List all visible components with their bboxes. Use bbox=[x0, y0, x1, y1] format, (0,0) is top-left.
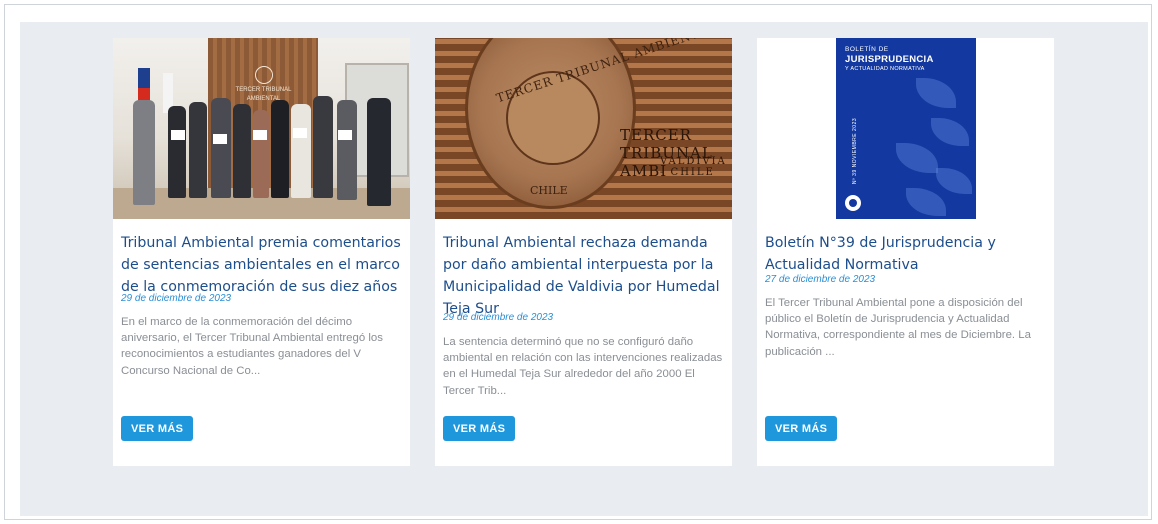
news-date: 29 de diciembre de 2023 bbox=[121, 293, 232, 304]
court-emblem-icon bbox=[845, 195, 861, 211]
person bbox=[271, 100, 289, 198]
news-image-bulletin-cover[interactable]: BOLETÍN DE JURISPRUDENCIA Y ACTUALIDAD N… bbox=[757, 38, 1054, 219]
diploma bbox=[213, 134, 227, 144]
news-image-court-seal[interactable]: TERCER TRIBUNAL AMBIENTAL CHILE TERCER T… bbox=[435, 38, 732, 219]
cover-line-3: Y ACTUALIDAD NORMATIVA bbox=[845, 66, 925, 72]
news-excerpt: En el marco de la conmemoración del déci… bbox=[121, 316, 383, 377]
page-frame: TERCER TRIBUNAL AMBIENTAL Tribunal Ambie… bbox=[4, 4, 1152, 520]
news-card-1: TERCER TRIBUNAL AMBIENTAL Tribunal Ambie… bbox=[113, 38, 410, 466]
news-title[interactable]: Tribunal Ambiental premia comentarios de… bbox=[121, 232, 401, 298]
person bbox=[211, 98, 231, 198]
news-excerpt: El Tercer Tribunal Ambiental pone a disp… bbox=[765, 297, 1031, 358]
person bbox=[233, 104, 251, 198]
cover-line-2: JURISPRUDENCIA bbox=[845, 54, 934, 65]
diploma bbox=[338, 130, 352, 140]
read-more-button[interactable]: VER MÁS bbox=[765, 416, 838, 441]
leaf-shape bbox=[916, 78, 956, 108]
wall-sign: TERCER TRIBUNAL AMBIENTAL bbox=[221, 66, 306, 102]
leaf-shape bbox=[936, 168, 972, 194]
person bbox=[313, 96, 333, 198]
court-emblem-icon bbox=[254, 66, 273, 84]
seal-bottom-text: CHILE bbox=[530, 184, 568, 197]
person bbox=[168, 106, 186, 198]
leaf-shape bbox=[906, 188, 946, 216]
read-more-button[interactable]: VER MÁS bbox=[121, 416, 194, 441]
bulletin-cover: BOLETÍN DE JURISPRUDENCIA Y ACTUALIDAD N… bbox=[836, 38, 976, 219]
news-date: 27 de diciembre de 2023 bbox=[765, 274, 876, 285]
leaf-shape bbox=[931, 118, 969, 146]
leaf-shape bbox=[896, 143, 938, 173]
diploma bbox=[253, 130, 267, 140]
cover-vertical-text: Nº 39 NOVIEMBRE 2023 bbox=[852, 117, 859, 185]
news-card-2: TERCER TRIBUNAL AMBIENTAL CHILE TERCER T… bbox=[435, 38, 732, 466]
news-title[interactable]: Tribunal Ambiental rechaza demanda por d… bbox=[443, 232, 723, 320]
person bbox=[337, 100, 357, 200]
person bbox=[367, 98, 391, 206]
person bbox=[291, 104, 311, 198]
news-image-ceremony[interactable]: TERCER TRIBUNAL AMBIENTAL bbox=[113, 38, 410, 219]
news-section: TERCER TRIBUNAL AMBIENTAL Tribunal Ambie… bbox=[20, 22, 1148, 516]
person bbox=[189, 102, 207, 198]
read-more-button[interactable]: VER MÁS bbox=[443, 416, 516, 441]
news-title[interactable]: Boletín N°39 de Jurisprudencia y Actuali… bbox=[765, 232, 1045, 276]
wall-label-2: VALDIVIA - CHILE bbox=[660, 156, 727, 178]
news-card-3: BOLETÍN DE JURISPRUDENCIA Y ACTUALIDAD N… bbox=[757, 38, 1054, 466]
diploma bbox=[293, 128, 307, 138]
news-date: 29 de diciembre de 2023 bbox=[443, 312, 554, 323]
diploma bbox=[171, 130, 185, 140]
cover-line-1: BOLETÍN DE bbox=[845, 46, 889, 53]
person bbox=[253, 110, 269, 198]
person bbox=[133, 100, 155, 205]
news-excerpt: La sentencia determinó que no se configu… bbox=[443, 336, 723, 397]
